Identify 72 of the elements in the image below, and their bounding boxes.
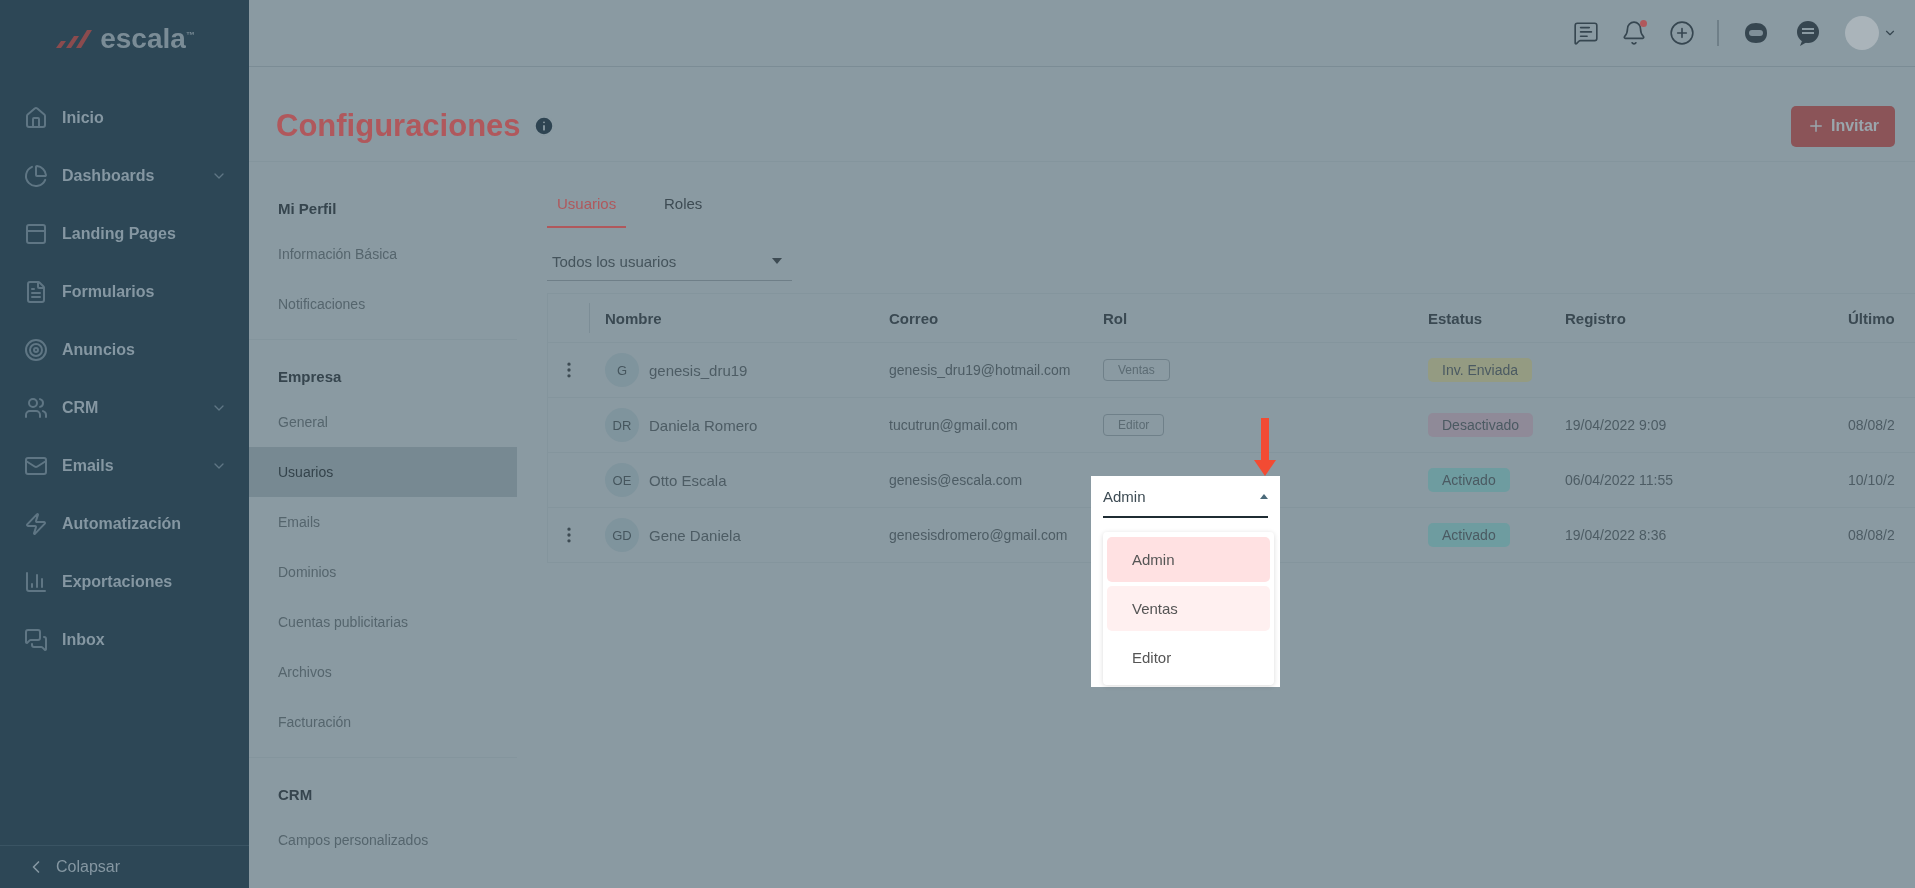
sidebar-item[interactable]: Landing Pages: [0, 210, 249, 258]
info-icon[interactable]: [532, 115, 555, 137]
column-header: Correo: [889, 309, 940, 327]
tab[interactable]: Usuarios: [547, 180, 627, 228]
email: tucutrun@gmail.com: [889, 417, 1018, 433]
sidebar-item[interactable]: Exportaciones: [0, 558, 249, 606]
role-option[interactable]: Editor: [1107, 635, 1270, 680]
user-filter-dropdown[interactable]: Todos los usuarios: [547, 242, 792, 281]
target-icon: [24, 338, 48, 362]
registration-date: 19/04/2022 9:09: [1565, 417, 1667, 433]
tab[interactable]: Roles: [648, 180, 719, 228]
arrow-annotation: [1254, 418, 1276, 478]
chat-icon[interactable]: [1573, 20, 1599, 46]
column-header: Último: [1848, 309, 1896, 327]
email: genesis@escala.com: [889, 472, 1023, 488]
sidebar-item[interactable]: Automatización: [0, 500, 249, 548]
column-header: Nombre: [604, 309, 663, 327]
registration-date: 19/04/2022 8:36: [1565, 527, 1667, 543]
form-icon: [24, 280, 48, 304]
page-icon: [24, 222, 48, 246]
section-heading: Empresa: [277, 367, 343, 387]
column-header: Registro: [1565, 309, 1627, 327]
lightning-icon: [24, 512, 48, 536]
avatar: OE: [605, 463, 639, 497]
email: genesisdromero@gmail.com: [889, 527, 1068, 543]
status-badge: Activado: [1428, 468, 1510, 492]
registration-date: 06/04/2022 11:55: [1565, 472, 1673, 488]
sidebar-item[interactable]: Inicio: [0, 94, 249, 142]
sidebar-item[interactable]: Anuncios: [0, 326, 249, 374]
caret-down-icon: [772, 258, 782, 264]
bar-chart-icon: [24, 570, 48, 594]
avatar: G: [605, 353, 639, 387]
avatar: DR: [605, 408, 639, 442]
last-date: 10/10/2: [1848, 472, 1895, 488]
avatar: GD: [605, 518, 639, 552]
user-name: Gene Daniela: [649, 526, 741, 544]
column-header: Estatus: [1428, 309, 1484, 327]
role-select[interactable]: Admin: [1103, 476, 1268, 518]
envelope-icon: [24, 454, 48, 478]
caret-up-icon: [1260, 493, 1268, 499]
collapse-button[interactable]: Colapsar: [0, 845, 249, 888]
status-badge: Desactivado: [1428, 413, 1534, 437]
sidebar-item[interactable]: Inbox: [0, 616, 249, 664]
people-icon: [24, 396, 48, 420]
user-name: Otto Escala: [649, 471, 727, 489]
sidebar-item[interactable]: Formularios: [0, 268, 249, 316]
status-badge: Inv. Enviada: [1428, 358, 1532, 382]
sidebar-item[interactable]: CRM: [0, 384, 249, 432]
plus-icon: [1807, 117, 1825, 135]
role-option[interactable]: Admin: [1107, 537, 1270, 582]
section-heading: Mi Perfil: [277, 199, 338, 219]
column-header: Rol: [1103, 309, 1129, 327]
settings-nav-item[interactable]: Usuarios: [249, 447, 517, 497]
section-heading: CRM: [277, 785, 314, 805]
add-icon[interactable]: [1669, 20, 1695, 46]
chat-bubbles-icon: [24, 628, 48, 652]
pie-chart-icon: [24, 164, 48, 188]
invite-button[interactable]: Invitar: [1791, 105, 1895, 147]
logo-text: escala$^{™}$: [100, 23, 195, 55]
house-icon: [24, 106, 48, 130]
page-title: Configuraciones: [276, 108, 521, 144]
sidebar-item[interactable]: Dashboards: [0, 152, 249, 200]
user-name: genesis_dru19: [649, 361, 748, 379]
email: genesis_dru19@hotmail.com: [889, 362, 1071, 378]
role-option[interactable]: Ventas: [1107, 586, 1270, 631]
logo-icon: [54, 28, 95, 50]
user-name: Daniela Romero: [649, 416, 758, 434]
sidebar-item[interactable]: Emails: [0, 442, 249, 490]
last-date: 08/08/2: [1848, 417, 1895, 433]
last-date: 08/08/2: [1848, 527, 1895, 543]
bell-icon[interactable]: [1621, 20, 1647, 46]
status-badge: Activado: [1428, 523, 1510, 547]
